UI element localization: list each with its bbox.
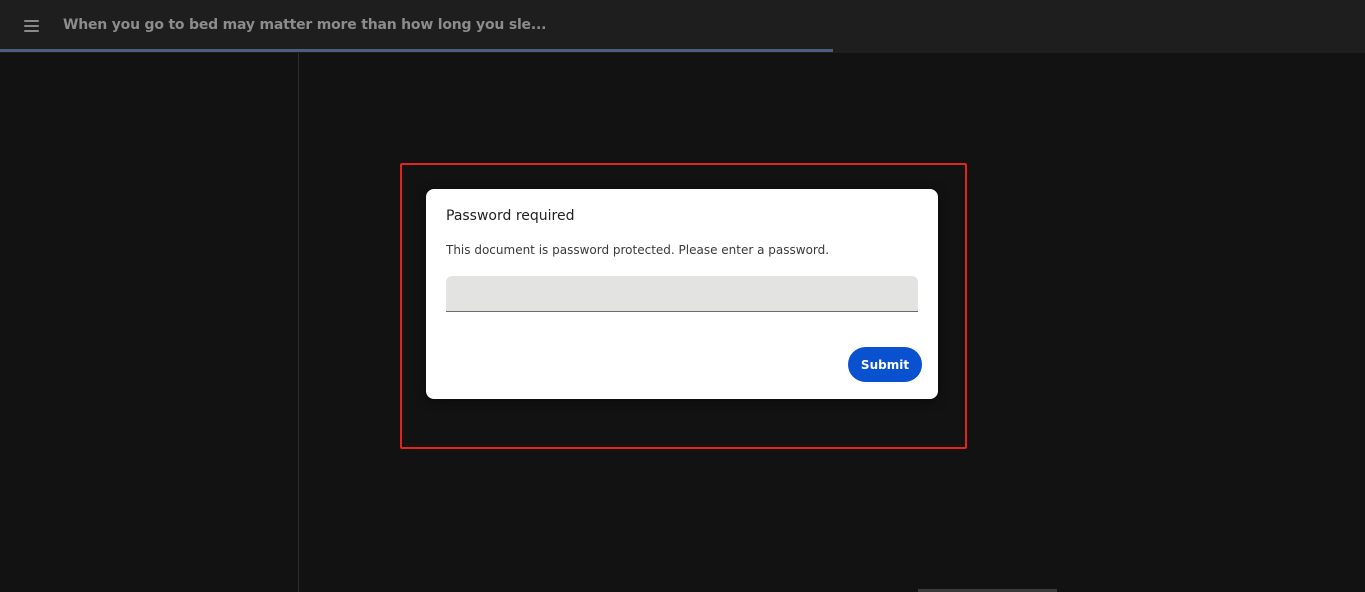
top-toolbar: When you go to bed may matter more than …	[0, 0, 1365, 53]
password-input[interactable]	[446, 276, 918, 312]
submit-button[interactable]: Submit	[848, 347, 922, 382]
document-title: When you go to bed may matter more than …	[63, 17, 547, 33]
dialog-title: Password required	[446, 208, 575, 224]
menu-bar	[23, 25, 39, 27]
loading-progress-bar	[0, 49, 833, 52]
password-dialog: Password required This document is passw…	[426, 189, 938, 399]
menu-bar	[23, 30, 39, 32]
thumbnail-sidebar	[0, 53, 299, 592]
dialog-message: This document is password protected. Ple…	[446, 243, 830, 257]
hamburger-menu-icon[interactable]	[18, 14, 44, 38]
menu-bar	[23, 20, 39, 22]
